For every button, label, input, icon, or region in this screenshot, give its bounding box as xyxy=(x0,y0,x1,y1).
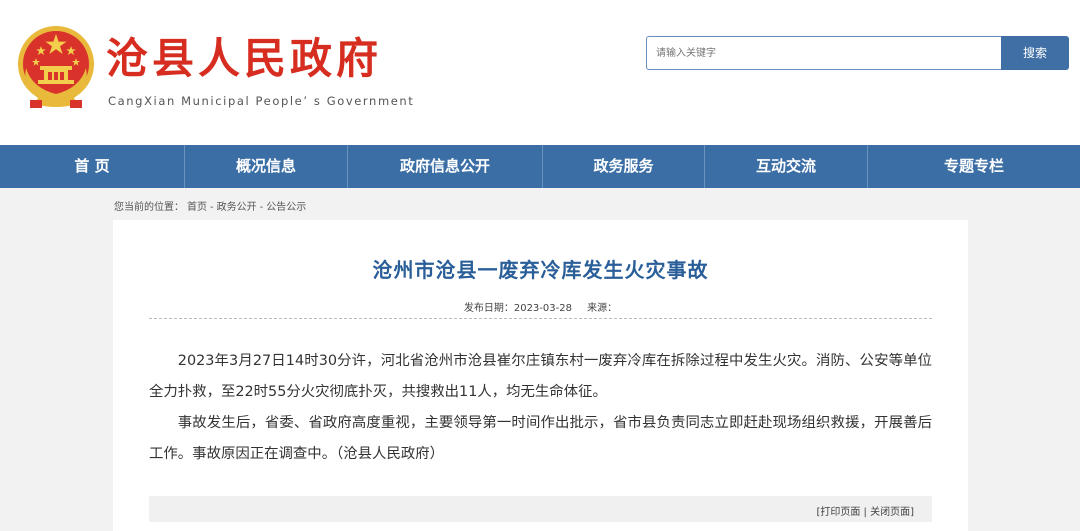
main-nav: 首 页 概况信息 政府信息公开 政务服务 互动交流 专题专栏 xyxy=(0,145,1080,188)
article-title: 沧州市沧县一废弃冷库发生火灾事故 xyxy=(372,258,709,282)
national-emblem-icon xyxy=(18,26,94,108)
article-source: 来源： xyxy=(587,303,618,314)
nav-item-gov-info[interactable]: 政府信息公开 xyxy=(348,145,543,188)
article-card: 沧州市沧县一废弃冷库发生火灾事故 发布日期：2023-03-28 来源： 202… xyxy=(113,220,968,531)
publish-date: 发布日期：2023-03-28 xyxy=(463,303,572,314)
nav-item-special-topics[interactable]: 专题专栏 xyxy=(868,145,1080,188)
breadcrumb: 您当前的位置： 首页 - 政务公开 - 公告公示 xyxy=(114,198,309,213)
nav-item-interaction[interactable]: 互动交流 xyxy=(705,145,868,188)
divider xyxy=(149,318,932,319)
nav-item-overview[interactable]: 概况信息 xyxy=(185,145,348,188)
breadcrumb-gov-open[interactable]: 政务公开 xyxy=(217,202,257,213)
article-paragraph: 事故发生后，省委、省政府高度重视，主要领导第一时间作出批示，省市县负责同志立即赶… xyxy=(149,415,932,462)
article-paragraph: 2023年3月27日14时30分许，河北省沧州市沧县崔尔庄镇东村一废弃冷库在拆除… xyxy=(149,353,932,400)
action-divider: | xyxy=(860,507,871,518)
breadcrumb-separator: - xyxy=(259,202,264,213)
site-header: 沧县人民政府 CangXian Municipal People’ s Gove… xyxy=(0,0,1080,145)
site-subtitle: CangXian Municipal People’ s Government xyxy=(108,94,415,108)
breadcrumb-home[interactable]: 首页 xyxy=(187,202,207,213)
close-page-link[interactable]: 关闭页面] xyxy=(870,507,914,518)
breadcrumb-separator: - xyxy=(210,202,214,213)
search-button[interactable]: 搜索 xyxy=(1001,36,1069,70)
article-meta: 发布日期：2023-03-28 来源： xyxy=(113,299,968,314)
site-title: 沧县人民政府 xyxy=(106,34,383,83)
print-page-link[interactable]: [打印页面 xyxy=(816,507,860,518)
page-actions: [打印页面 | 关闭页面] xyxy=(816,503,914,518)
article-footer: [打印页面 | 关闭页面] xyxy=(149,496,932,522)
nav-item-gov-services[interactable]: 政务服务 xyxy=(543,145,705,188)
article-body: 2023年3月27日14时30分许，河北省沧州市沧县崔尔庄镇东村一废弃冷库在拆除… xyxy=(149,346,932,470)
search-input[interactable] xyxy=(646,36,1001,70)
nav-item-home[interactable]: 首 页 xyxy=(0,145,185,188)
breadcrumb-prefix: 您当前的位置： xyxy=(114,202,184,213)
breadcrumb-notices[interactable]: 公告公示 xyxy=(266,202,306,213)
